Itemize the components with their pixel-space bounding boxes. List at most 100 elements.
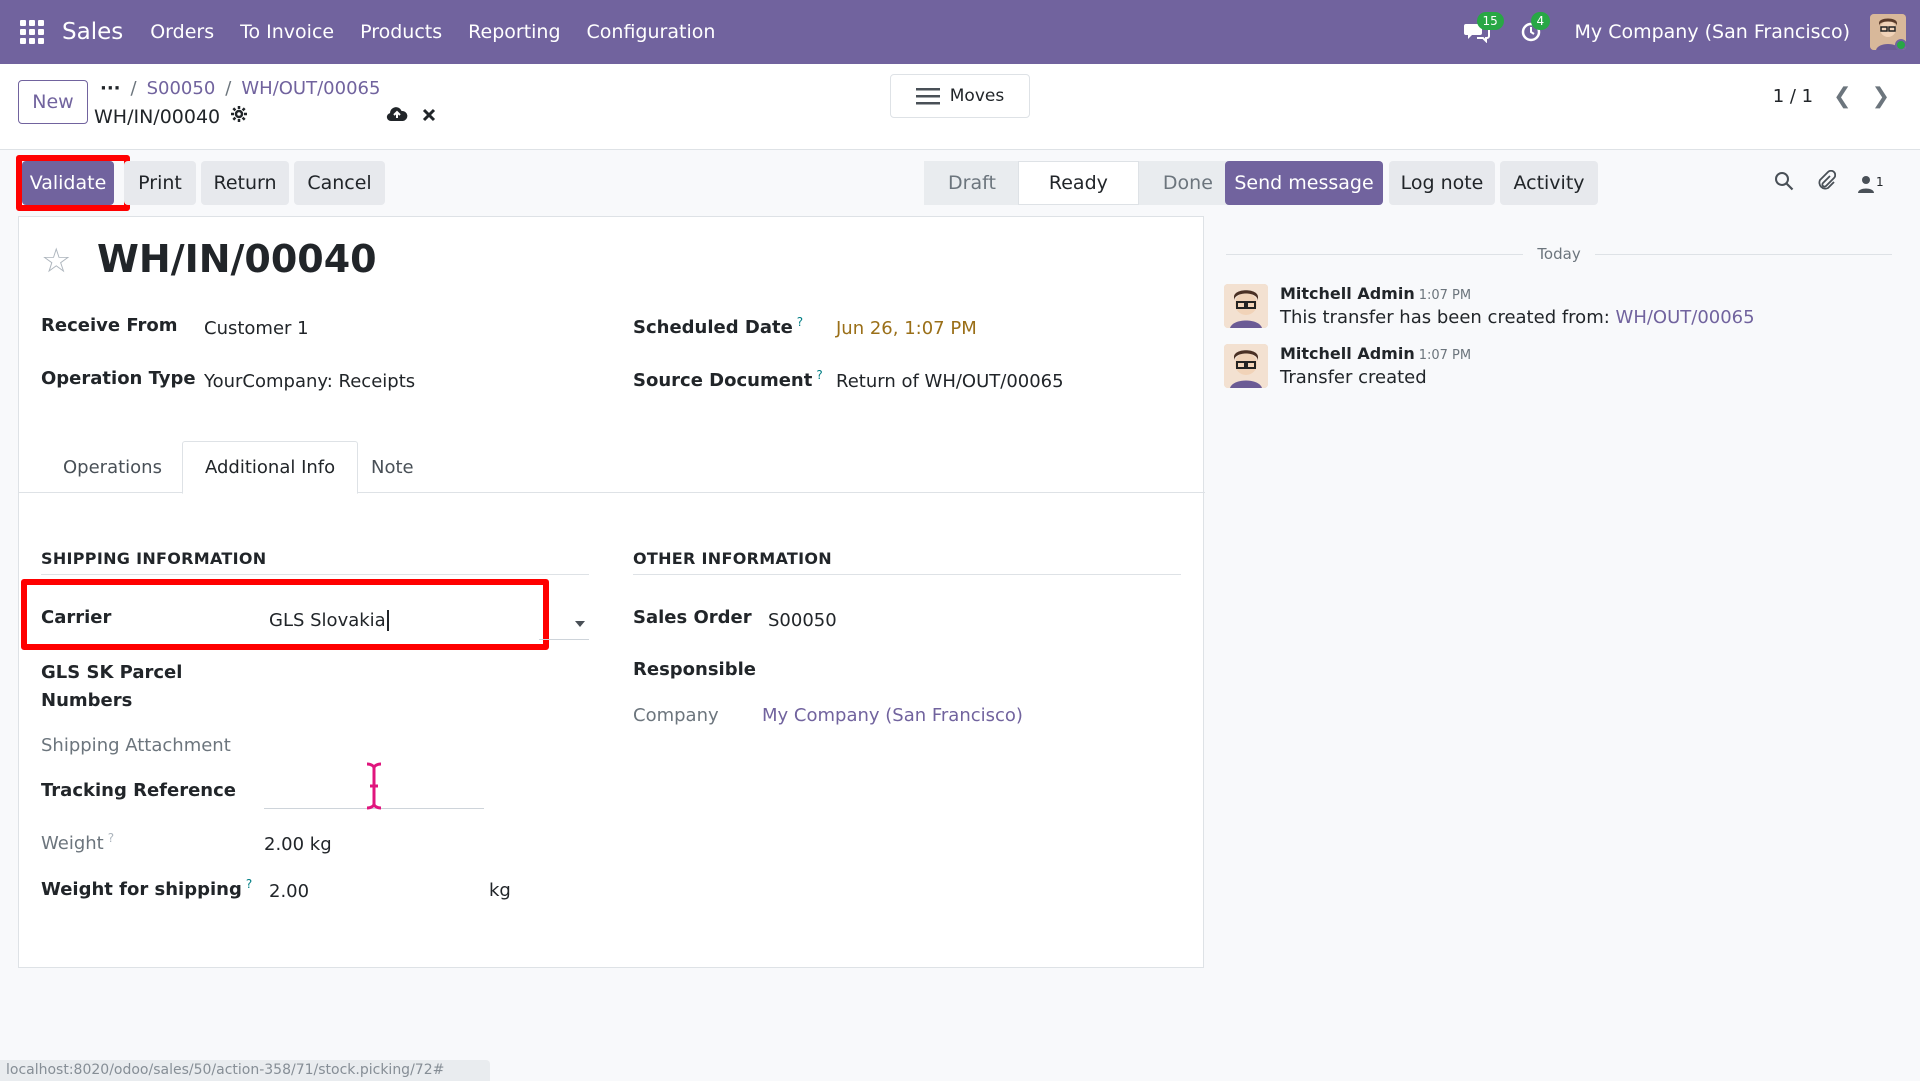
message-author[interactable]: Mitchell Admin bbox=[1280, 344, 1415, 363]
weight-label: Weight? bbox=[41, 831, 114, 854]
send-message-button[interactable]: Send message bbox=[1225, 161, 1383, 205]
activities-badge: 4 bbox=[1530, 12, 1551, 30]
chatter-message: Mitchell Admin 1:07 PM Transfer created bbox=[1224, 344, 1471, 388]
tracking-reference-label: Tracking Reference bbox=[41, 780, 236, 801]
message-content: Mitchell Admin 1:07 PM Transfer created bbox=[1280, 344, 1471, 388]
tab-additional-info[interactable]: Additional Info bbox=[182, 441, 359, 494]
message-body: Transfer created bbox=[1280, 367, 1427, 388]
operation-type-label: Operation Type bbox=[41, 368, 196, 389]
weight-for-shipping-input[interactable]: 2.00 bbox=[269, 881, 309, 902]
list-icon bbox=[915, 88, 940, 105]
scheduled-date-value[interactable]: Jun 26, 1:07 PM bbox=[836, 318, 977, 339]
followers-user-icon[interactable]: 1 bbox=[1858, 175, 1884, 193]
gls-parcel-numbers-label: GLS SK Parcel Numbers bbox=[41, 659, 182, 715]
apps-grid-icon[interactable] bbox=[20, 20, 44, 44]
help-icon[interactable]: ? bbox=[797, 315, 803, 329]
save-cloud-icon[interactable] bbox=[386, 105, 408, 128]
menu-item-products[interactable]: Products bbox=[347, 21, 455, 43]
company-switcher[interactable]: My Company (San Francisco) bbox=[1575, 21, 1850, 43]
breadcrumb-separator: / bbox=[130, 78, 137, 99]
shipping-attachment-label: Shipping Attachment bbox=[41, 735, 231, 756]
tab-note[interactable]: Note bbox=[349, 441, 436, 494]
pager-previous-icon[interactable]: ❮ bbox=[1833, 84, 1851, 109]
search-icon[interactable] bbox=[1774, 171, 1794, 196]
activity-button[interactable]: Activity bbox=[1500, 161, 1598, 205]
breadcrumb-separator: / bbox=[225, 78, 232, 99]
carrier-dropdown-caret-icon[interactable] bbox=[575, 621, 585, 627]
activities-clock-icon[interactable]: 4 bbox=[1515, 12, 1551, 48]
followers-count: 1 bbox=[1876, 174, 1884, 189]
weight-for-shipping-unit: kg bbox=[489, 880, 511, 901]
moves-smart-button[interactable]: Moves bbox=[890, 74, 1030, 118]
favorite-star-icon[interactable]: ☆ bbox=[41, 241, 71, 281]
breadcrumb-delivery[interactable]: WH/OUT/00065 bbox=[241, 78, 380, 99]
top-navbar: Sales Orders To Invoice Products Reporti… bbox=[0, 0, 1920, 64]
log-note-button[interactable]: Log note bbox=[1389, 161, 1495, 205]
messaging-icon[interactable]: 15 bbox=[1461, 12, 1504, 48]
message-time: 1:07 PM bbox=[1418, 348, 1472, 363]
discard-close-icon[interactable] bbox=[422, 106, 436, 127]
gear-icon[interactable] bbox=[230, 105, 248, 128]
status-ready[interactable]: Ready bbox=[1017, 161, 1139, 205]
new-button[interactable]: New bbox=[18, 80, 88, 124]
chatter-topbar-icons: 1 bbox=[1774, 169, 1884, 197]
company-value[interactable]: My Company (San Francisco) bbox=[762, 705, 1023, 726]
author-avatar[interactable] bbox=[1224, 344, 1268, 388]
message-content: Mitchell Admin 1:07 PM This transfer has … bbox=[1280, 284, 1755, 328]
text-cursor-icon bbox=[364, 762, 384, 815]
validate-button[interactable]: Validate bbox=[22, 161, 114, 205]
pager-value[interactable]: 1 / 1 bbox=[1773, 86, 1813, 107]
user-avatar[interactable] bbox=[1870, 14, 1906, 50]
shipping-section-title: SHIPPING INFORMATION bbox=[41, 549, 589, 575]
menu-item-reporting[interactable]: Reporting bbox=[455, 21, 573, 43]
action-bar: Validate Print Return Cancel Draft Ready… bbox=[0, 150, 1920, 216]
carrier-input[interactable]: GLS Slovakia bbox=[269, 610, 389, 631]
receive-from-value[interactable]: Customer 1 bbox=[204, 318, 309, 339]
sales-order-value[interactable]: S00050 bbox=[768, 610, 837, 631]
menu-item-orders[interactable]: Orders bbox=[137, 21, 227, 43]
message-time: 1:07 PM bbox=[1418, 288, 1472, 303]
cancel-button[interactable]: Cancel bbox=[294, 161, 385, 205]
return-button[interactable]: Return bbox=[201, 161, 289, 205]
operation-type-value[interactable]: YourCompany: Receipts bbox=[204, 371, 415, 392]
help-icon[interactable]: ? bbox=[816, 368, 822, 382]
menu-item-to-invoice[interactable]: To Invoice bbox=[227, 21, 347, 43]
pager-next-icon[interactable]: ❯ bbox=[1872, 84, 1890, 109]
help-icon[interactable]: ? bbox=[108, 831, 114, 845]
pager: 1 / 1 ❮ ❯ bbox=[1773, 84, 1890, 109]
other-section-title: OTHER INFORMATION bbox=[633, 549, 1181, 575]
app-brand[interactable]: Sales bbox=[62, 19, 123, 45]
message-link[interactable]: WH/OUT/00065 bbox=[1616, 307, 1755, 328]
author-avatar[interactable] bbox=[1224, 284, 1268, 328]
message-author[interactable]: Mitchell Admin bbox=[1280, 284, 1415, 303]
breadcrumb-more-icon[interactable]: ··· bbox=[100, 78, 121, 99]
carrier-label: Carrier bbox=[41, 607, 112, 628]
record-actions bbox=[386, 105, 436, 128]
status-draft[interactable]: Draft bbox=[924, 161, 1018, 205]
message-body: This transfer has been created from: WH/… bbox=[1280, 307, 1755, 328]
weight-for-shipping-label: Weight for shipping? bbox=[41, 877, 252, 900]
messages-badge: 15 bbox=[1476, 12, 1504, 30]
carrier-input-underline bbox=[539, 639, 589, 640]
message-text: This transfer has been created from: bbox=[1280, 307, 1616, 328]
breadcrumb-sale-order[interactable]: S00050 bbox=[147, 78, 216, 99]
chatter-message: Mitchell Admin 1:07 PM This transfer has … bbox=[1224, 284, 1755, 328]
help-icon[interactable]: ? bbox=[246, 877, 252, 891]
company-label: Company bbox=[633, 705, 719, 726]
source-document-label-text: Source Document bbox=[633, 370, 813, 391]
scheduled-date-label: Scheduled Date? bbox=[633, 315, 803, 338]
scheduled-date-label-text: Scheduled Date bbox=[633, 317, 793, 338]
breadcrumb: ··· / S00050 / WH/OUT/00065 bbox=[100, 78, 380, 99]
menu-item-configuration[interactable]: Configuration bbox=[574, 21, 729, 43]
source-document-value[interactable]: Return of WH/OUT/00065 bbox=[836, 371, 1064, 392]
tab-operations[interactable]: Operations bbox=[41, 441, 184, 494]
form-sheet: ☆ WH/IN/00040 Receive From Customer 1 Op… bbox=[18, 216, 1205, 968]
moves-label: Moves bbox=[949, 86, 1005, 106]
receive-from-label: Receive From bbox=[41, 315, 178, 336]
notebook-tabs: Operations Additional Info Note bbox=[19, 441, 1205, 494]
control-panel: New ··· / S00050 / WH/OUT/00065 WH/IN/00… bbox=[0, 64, 1920, 150]
print-button[interactable]: Print bbox=[124, 161, 196, 205]
gls-parcel-label-line1: GLS SK Parcel bbox=[41, 662, 183, 683]
status-done[interactable]: Done bbox=[1138, 161, 1237, 205]
paperclip-icon[interactable] bbox=[1816, 169, 1837, 197]
